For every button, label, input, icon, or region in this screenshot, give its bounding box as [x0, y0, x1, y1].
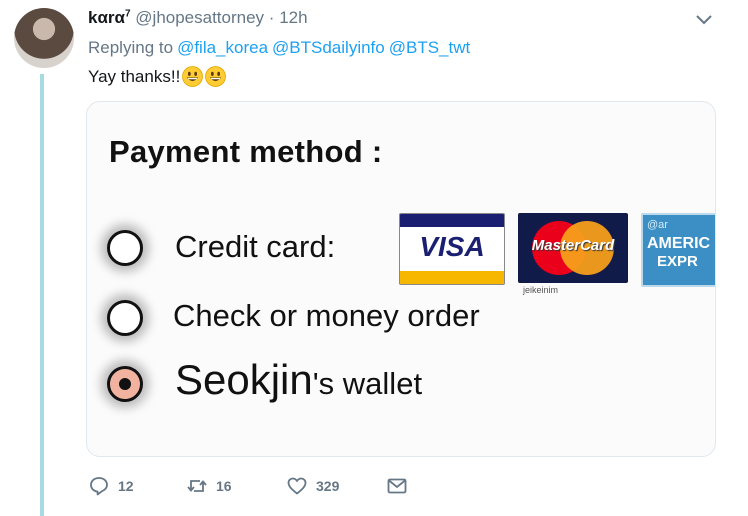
reply-button[interactable]: 12 [88, 475, 186, 497]
mastercard-logo: MasterCard [518, 213, 628, 283]
watermark: jeikeinim [523, 285, 559, 295]
thread-line [40, 74, 44, 516]
display-name[interactable]: kαrα7 [88, 8, 131, 27]
grinning-face-emoji [205, 66, 227, 87]
tweet-actions: 12 16 329 [88, 474, 408, 498]
chevron-down-icon[interactable] [694, 12, 714, 28]
reply-icon [90, 477, 108, 496]
retweet-button[interactable]: 16 [186, 475, 286, 497]
option-check-money-order: Check or money order [173, 298, 480, 333]
tweet-text: Yay thanks!! [88, 66, 227, 87]
like-count: 329 [316, 478, 340, 494]
handle[interactable]: @jhopesattorney [135, 8, 264, 27]
amex-logo: @ar AMERIC EXPR [641, 213, 715, 287]
mention-link[interactable]: @fila_korea [177, 38, 268, 57]
avatar[interactable] [14, 8, 74, 68]
mention-link[interactable]: @BTS_twt [389, 38, 471, 57]
envelope-icon [387, 478, 407, 494]
separator: · [268, 8, 275, 27]
media-image[interactable]: Payment method : Credit card: VISA Maste… [86, 101, 716, 457]
replying-label: Replying to [88, 38, 174, 57]
option-credit-card: Credit card: [175, 229, 336, 264]
radio-check-money-order [107, 300, 143, 336]
tweet-body: Yay thanks!! [88, 66, 181, 86]
visa-logo: VISA [399, 213, 505, 285]
heart-icon [287, 477, 307, 495]
tweet-header: kαrα7 @jhopesattorney · 12h [88, 8, 308, 28]
retweet-icon [187, 480, 207, 492]
radio-seokjin-wallet [107, 366, 143, 402]
mention-link[interactable]: @BTSdailyinfo [272, 38, 385, 57]
replying-to: Replying to @fila_korea @BTSdailyinfo @BTS_… [88, 38, 470, 58]
grinning-face-emoji [182, 66, 204, 87]
timestamp[interactable]: 12h [279, 8, 307, 27]
radio-credit-card [107, 230, 143, 266]
payment-method-title: Payment method : [109, 134, 383, 169]
retweet-count: 16 [216, 478, 232, 494]
like-button[interactable]: 329 [286, 475, 386, 497]
reply-count: 12 [118, 478, 134, 494]
option-seokjin-wallet: Seokjin's wallet [175, 356, 423, 403]
direct-message-button[interactable] [386, 475, 408, 497]
